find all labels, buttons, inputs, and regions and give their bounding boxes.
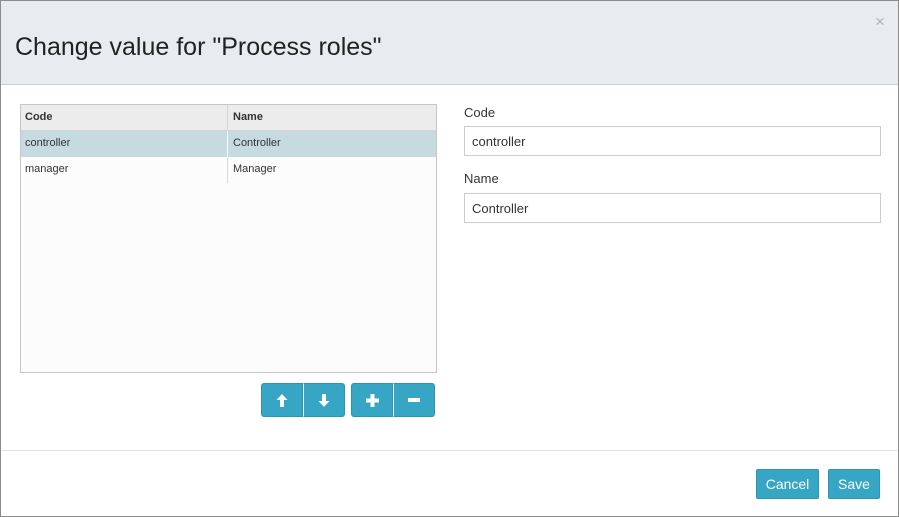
cell-name: Controller — [233, 137, 281, 149]
cell-code: manager — [21, 157, 228, 183]
remove-row-button[interactable] — [393, 383, 435, 417]
cancel-button[interactable]: Cancel — [756, 469, 819, 499]
cell-name: Manager — [233, 163, 277, 175]
table-row[interactable]: controller Controller — [21, 131, 436, 157]
roles-grid: Code Name controller Controller manager … — [20, 104, 437, 373]
modal-header: Change value for "Process roles" × — [1, 1, 898, 85]
table-row[interactable]: manager Manager — [21, 157, 436, 183]
name-field[interactable] — [464, 193, 881, 223]
cell-code: controller — [21, 131, 228, 157]
move-up-button[interactable] — [261, 383, 303, 417]
move-button-group — [261, 383, 345, 417]
modal-dialog: Change value for "Process roles" × Code … — [0, 0, 899, 517]
save-button[interactable]: Save — [828, 469, 880, 499]
code-field[interactable] — [464, 126, 881, 156]
column-header-code[interactable]: Code — [21, 105, 228, 130]
edit-button-group — [351, 383, 435, 417]
arrow-up-icon — [276, 393, 288, 407]
move-down-button[interactable] — [303, 383, 345, 417]
arrow-down-icon — [318, 393, 330, 407]
grid-header: Code Name — [21, 105, 436, 131]
minus-icon — [408, 398, 420, 402]
plus-icon — [365, 393, 379, 407]
column-header-name[interactable]: Name — [228, 105, 436, 130]
close-icon[interactable]: × — [871, 13, 889, 31]
name-label: Name — [464, 171, 499, 186]
code-label: Code — [464, 105, 496, 120]
dialog-title: Change value for "Process roles" — [15, 33, 382, 61]
add-row-button[interactable] — [351, 383, 393, 417]
